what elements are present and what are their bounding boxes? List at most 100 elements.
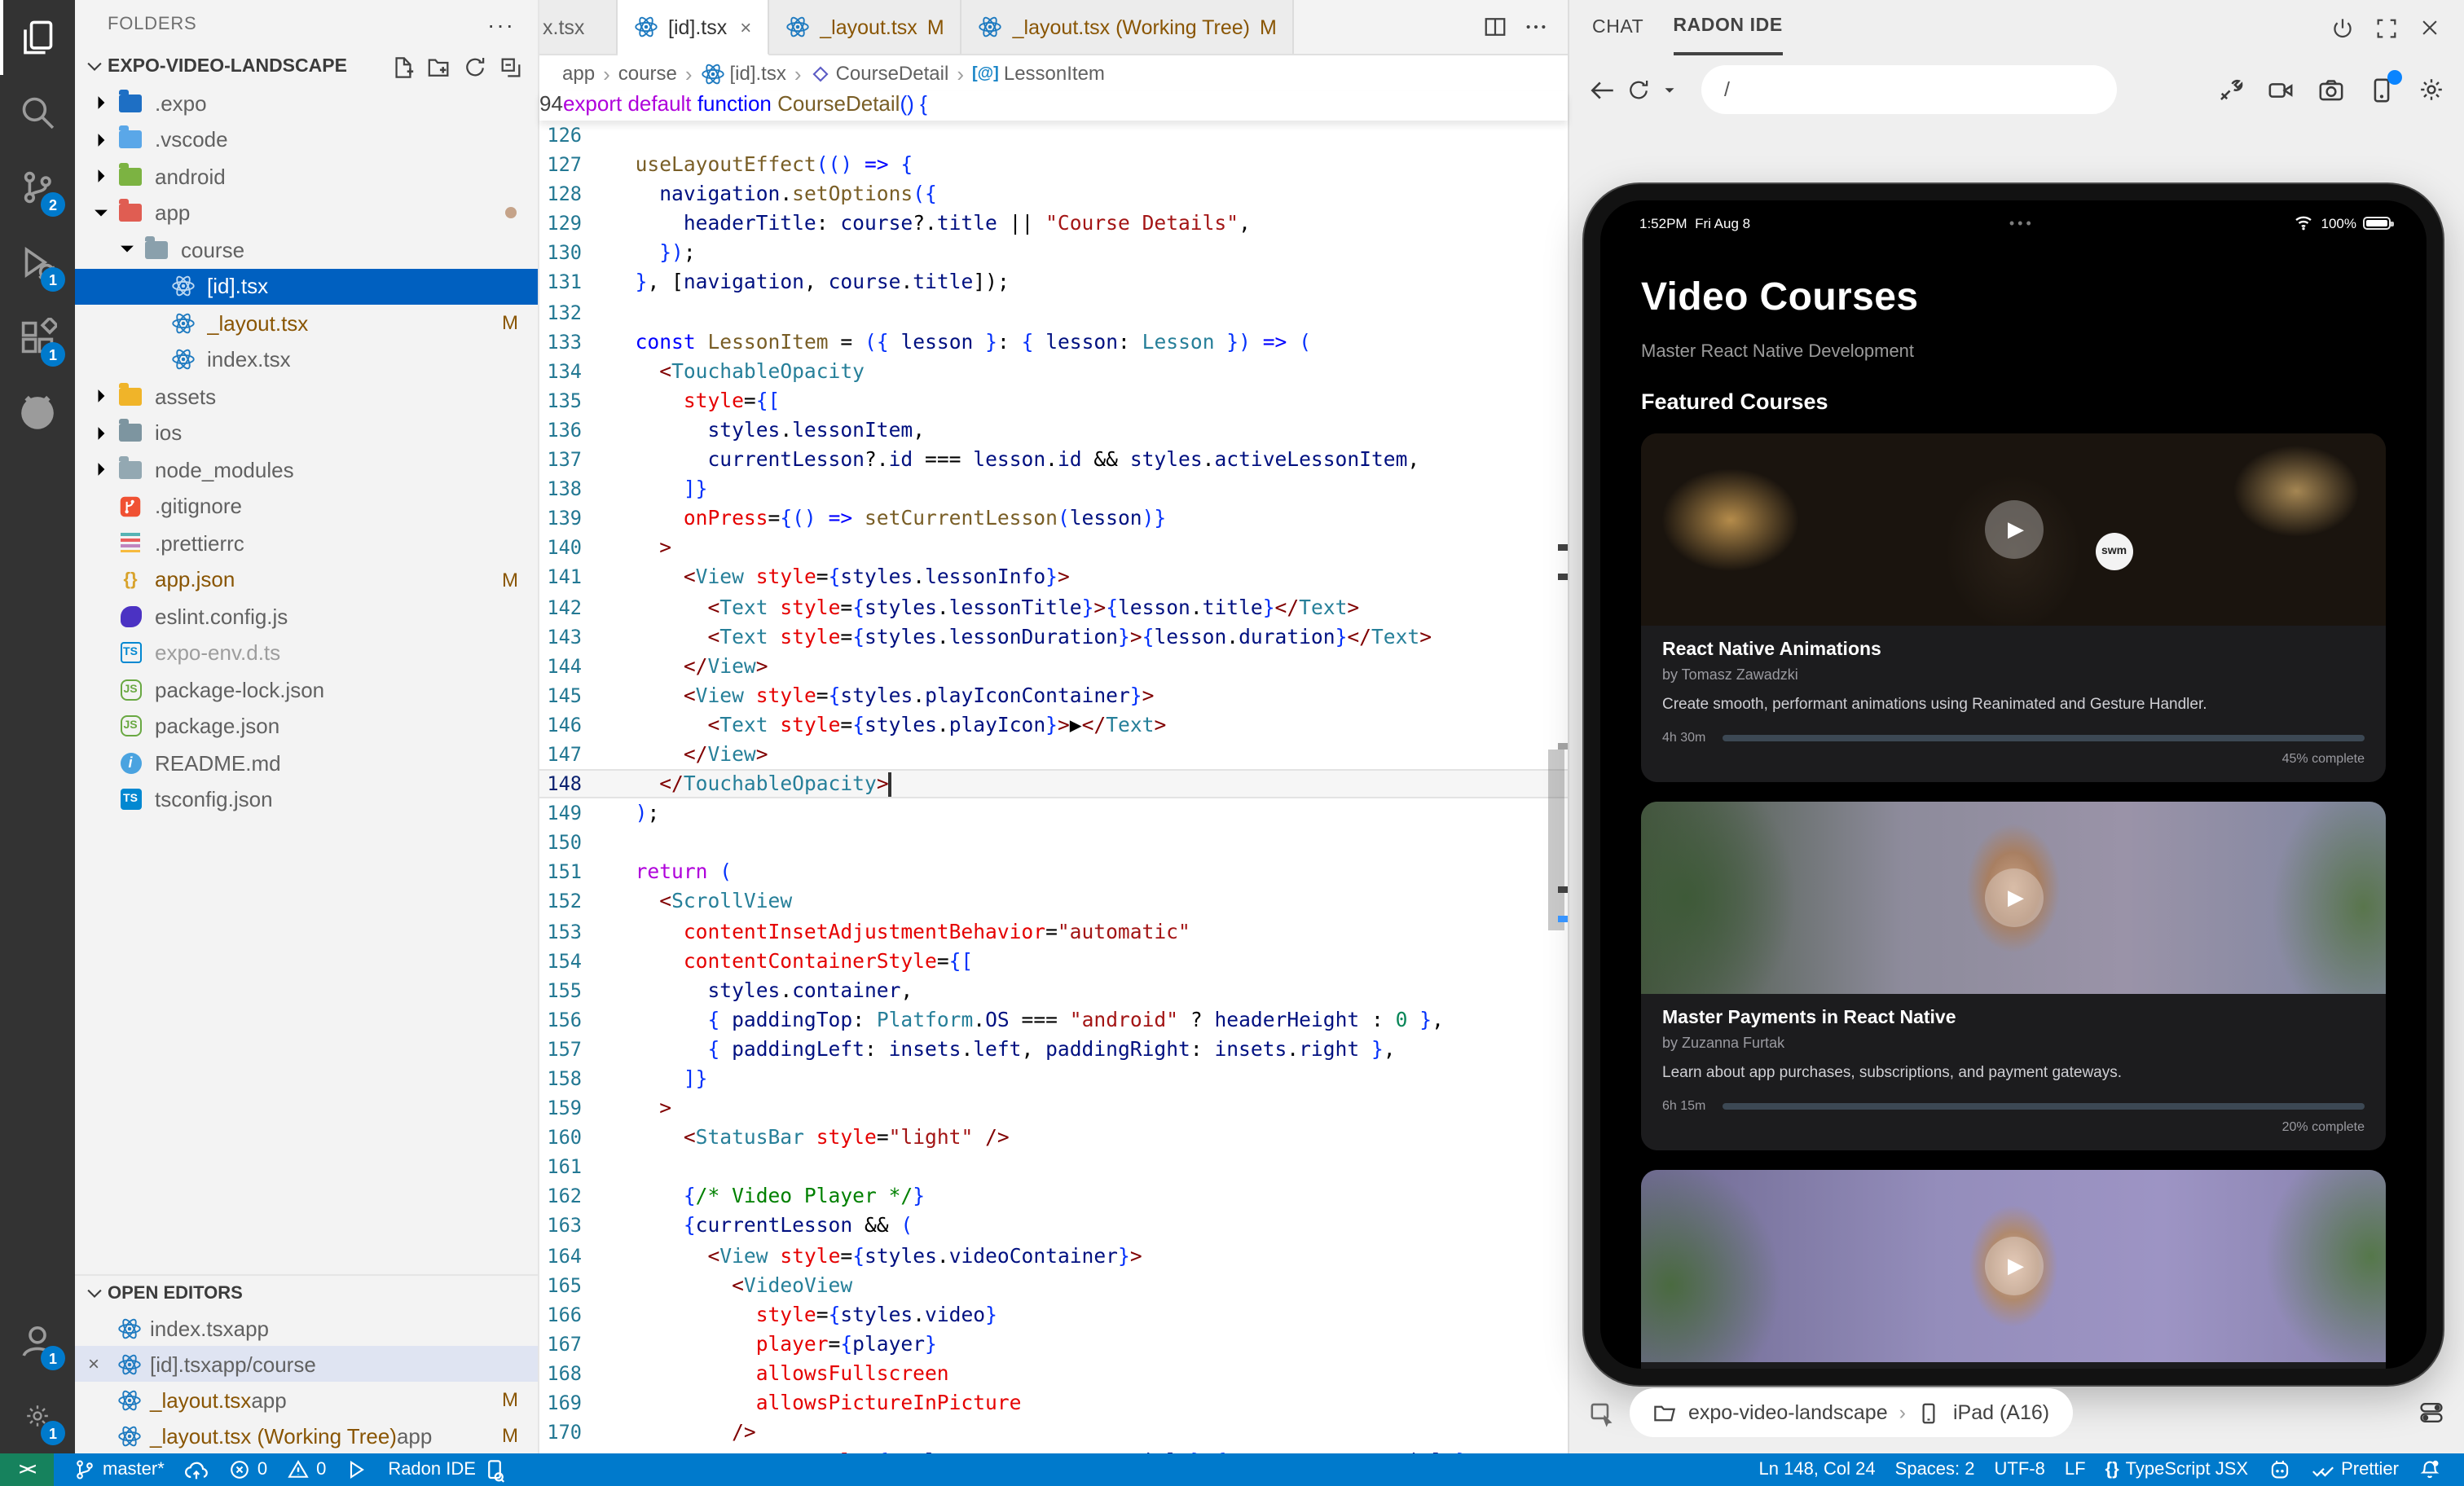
refresh-icon[interactable] bbox=[460, 52, 489, 81]
close-icon[interactable] bbox=[2418, 15, 2441, 40]
tree-item-package-json[interactable]: JSpackage.json bbox=[75, 708, 538, 745]
tree-item-index-tsx[interactable]: index.tsx bbox=[75, 341, 538, 378]
breadcrumb--id-tsx[interactable]: [id].tsx bbox=[701, 61, 786, 86]
status-master-[interactable]: master* bbox=[64, 1453, 174, 1486]
status-prettier[interactable]: Prettier bbox=[2300, 1453, 2409, 1486]
tree-item-readme-md[interactable]: iREADME.md bbox=[75, 745, 538, 781]
tree-item-assets[interactable]: assets bbox=[75, 378, 538, 415]
new-folder-icon[interactable] bbox=[424, 52, 453, 81]
status-typescript-jsx[interactable]: {}TypeScript JSX bbox=[2096, 1453, 2259, 1486]
code-line-147[interactable]: 147 </View> bbox=[539, 740, 1568, 769]
code-line-168[interactable]: 168 allowsFullscreen bbox=[539, 1359, 1568, 1388]
code-line-127[interactable]: 127 useLayoutEffect(() => { bbox=[539, 150, 1568, 179]
status-debug-alt-icon[interactable] bbox=[336, 1453, 378, 1486]
tree-item--gitignore[interactable]: .gitignore bbox=[75, 488, 538, 525]
reload-icon[interactable] bbox=[1626, 77, 1651, 102]
tree-item--expo[interactable]: .expo bbox=[75, 85, 538, 121]
tree-item-tsconfig-json[interactable]: TStsconfig.json bbox=[75, 781, 538, 818]
device-debug-icon[interactable] bbox=[2368, 76, 2396, 103]
open-editor--layout-tsx-working-tree-[interactable]: _layout.tsx (Working Tree)appM bbox=[75, 1418, 538, 1453]
tree-item-node-modules[interactable]: node_modules bbox=[75, 451, 538, 488]
account-activity-button[interactable]: 1 bbox=[0, 1304, 75, 1378]
code-line-141[interactable]: 141 <View style={styles.lessonInfo}> bbox=[539, 563, 1568, 592]
breadcrumb[interactable]: app›course›[id].tsx›CourseDetail›[@]Less… bbox=[539, 55, 1568, 91]
editor-tab--layout-tsx-working-tree-[interactable]: _layout.tsx (Working Tree)M bbox=[962, 0, 1295, 54]
code-line-129[interactable]: 129 headerTitle: course?.title || "Cours… bbox=[539, 209, 1568, 239]
tree-item-app-json[interactable]: {}app.jsonM bbox=[75, 561, 538, 598]
tools-icon[interactable] bbox=[2216, 76, 2244, 103]
run-debug-activity-button[interactable]: 1 bbox=[0, 225, 75, 300]
code-line-132[interactable]: 132 bbox=[539, 297, 1568, 327]
code-line-148[interactable]: 148 </TouchableOpacity> bbox=[539, 769, 1568, 798]
status-cloud-upload-icon[interactable] bbox=[174, 1453, 218, 1486]
play-button-icon[interactable]: ▶ bbox=[1984, 1237, 2043, 1295]
power-icon[interactable] bbox=[2330, 15, 2355, 40]
code-line-170[interactable]: 170 /> bbox=[539, 1418, 1568, 1447]
tree-item--id-tsx[interactable]: [id].tsx bbox=[75, 268, 538, 305]
code-line-146[interactable]: 146 <Text style={styles.playIcon}>▶</Tex… bbox=[539, 710, 1568, 740]
code-line-163[interactable]: 163 {currentLesson && ( bbox=[539, 1211, 1568, 1241]
tree-item-package-lock-json[interactable]: JSpackage-lock.json bbox=[75, 671, 538, 708]
editor-scrollbar[interactable] bbox=[1548, 750, 1564, 930]
code-line-136[interactable]: 136 styles.lessonItem, bbox=[539, 415, 1568, 445]
video-camera-icon[interactable] bbox=[2267, 76, 2295, 103]
code-line-161[interactable]: 161 bbox=[539, 1153, 1568, 1182]
breadcrumb-coursedetail[interactable]: CourseDetail bbox=[810, 62, 949, 85]
code-line-143[interactable]: 143 <Text style={styles.lessonDuration}>… bbox=[539, 622, 1568, 651]
code-line-142[interactable]: 142 <Text style={styles.lessonTitle}>{le… bbox=[539, 592, 1568, 622]
editor-tab--id-tsx[interactable]: [id].tsx× bbox=[618, 0, 769, 55]
breadcrumb-lessonitem[interactable]: [@]LessonItem bbox=[972, 62, 1105, 85]
status-0[interactable]: 0 bbox=[277, 1453, 336, 1486]
code-line-169[interactable]: 169 allowsPictureInPicture bbox=[539, 1388, 1568, 1418]
code-line-160[interactable]: 160 <StatusBar style="light" /> bbox=[539, 1123, 1568, 1152]
tree-item--layout-tsx[interactable]: _layout.tsxM bbox=[75, 305, 538, 341]
status-radon-icon[interactable] bbox=[2258, 1453, 2300, 1486]
settings-gear-icon[interactable] bbox=[2418, 77, 2444, 103]
code-line-152[interactable]: 152 <ScrollView bbox=[539, 887, 1568, 917]
back-arrow-icon[interactable] bbox=[1589, 76, 1617, 103]
code-line-140[interactable]: 140 > bbox=[539, 534, 1568, 563]
open-editor-index-tsx[interactable]: index.tsxapp bbox=[75, 1310, 538, 1346]
status-spaces-2[interactable]: Spaces: 2 bbox=[1885, 1453, 1985, 1486]
camera-icon[interactable] bbox=[2317, 76, 2345, 103]
code-line-139[interactable]: 139 onPress={() => setCurrentLesson(less… bbox=[539, 503, 1568, 533]
editor-tab-x-tsx[interactable]: x.tsx bbox=[539, 0, 618, 54]
course-card-2[interactable]: ▶Master Payments in React Nativeby Zuzan… bbox=[1641, 802, 2386, 1150]
search-activity-button[interactable] bbox=[0, 75, 75, 150]
code-line-128[interactable]: 128 navigation.setOptions({ bbox=[539, 179, 1568, 209]
open-editors-header[interactable]: OPEN EDITORS bbox=[75, 1274, 538, 1310]
tree-item-eslint-config-js[interactable]: eslint.config.js bbox=[75, 598, 538, 635]
more-actions-icon[interactable] bbox=[1524, 15, 1548, 39]
code-line-149[interactable]: 149 ); bbox=[539, 798, 1568, 828]
code-line-138[interactable]: 138 ]} bbox=[539, 474, 1568, 503]
inspect-icon[interactable] bbox=[1589, 1399, 1617, 1427]
status-ln-148-col-24[interactable]: Ln 148, Col 24 bbox=[1749, 1453, 1885, 1486]
close-icon[interactable]: × bbox=[740, 15, 751, 38]
course-card-3[interactable]: ▶Performance Optimization in React Nativ… bbox=[1641, 1170, 2386, 1369]
project-root-row[interactable]: EXPO-VIDEO-LANDSCAPE bbox=[75, 49, 538, 85]
code-line-162[interactable]: 162 {/* Video Player */} bbox=[539, 1182, 1568, 1211]
tab-radon-ide[interactable]: RADON IDE bbox=[1673, 0, 1782, 55]
code-line-131[interactable]: 131 }, [navigation, course.title]); bbox=[539, 268, 1568, 297]
tree-item--prettierrc[interactable]: .prettierrc bbox=[75, 525, 538, 561]
status-radon-ide[interactable]: Radon IDE bbox=[378, 1453, 517, 1486]
breadcrumb-app[interactable]: app bbox=[562, 62, 595, 85]
code-line-134[interactable]: 134 <TouchableOpacity bbox=[539, 357, 1568, 386]
code-line-153[interactable]: 153 contentInsetAdjustmentBehavior="auto… bbox=[539, 917, 1568, 946]
status-0[interactable]: 0 bbox=[218, 1453, 277, 1486]
files-activity-button[interactable] bbox=[0, 0, 75, 75]
code-line-135[interactable]: 135 style={[ bbox=[539, 386, 1568, 415]
tree-item-android[interactable]: android bbox=[75, 158, 538, 195]
code-line-158[interactable]: 158 ]} bbox=[539, 1064, 1568, 1093]
code-line-151[interactable]: 151 return ( bbox=[539, 858, 1568, 887]
code-line-166[interactable]: 166 style={styles.video} bbox=[539, 1300, 1568, 1330]
play-button-icon[interactable]: ▶ bbox=[1984, 500, 2043, 559]
code-line-133[interactable]: 133 const LessonItem = ({ lesson }: { le… bbox=[539, 327, 1568, 356]
status-utf-8[interactable]: UTF-8 bbox=[1985, 1453, 2055, 1486]
source-control-activity-button[interactable]: 2 bbox=[0, 150, 75, 225]
code-line-156[interactable]: 156 { paddingTop: Platform.OS === "andro… bbox=[539, 1005, 1568, 1035]
code-line-130[interactable]: 130 }); bbox=[539, 239, 1568, 268]
tree-item-expo-env-d-ts[interactable]: TSexpo-env.d.ts bbox=[75, 635, 538, 671]
close-icon[interactable]: × bbox=[88, 1352, 114, 1375]
code-line-126[interactable]: 126 bbox=[539, 121, 1568, 150]
